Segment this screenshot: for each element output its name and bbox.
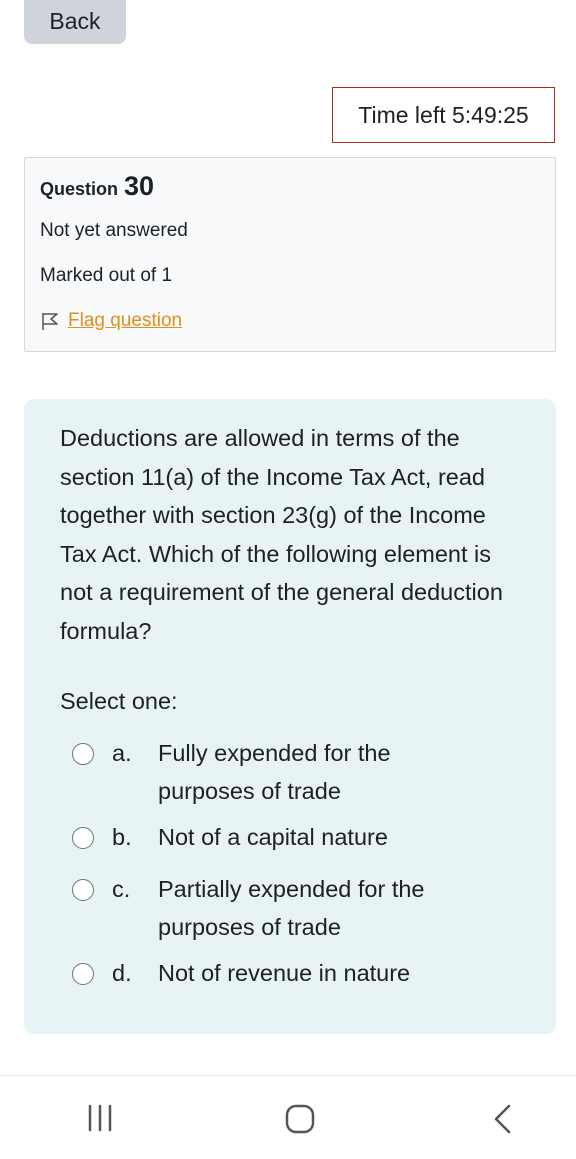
- option-text[interactable]: Not of a capital nature: [158, 818, 478, 856]
- radio-button-d[interactable]: [72, 963, 94, 985]
- home-icon[interactable]: [285, 1104, 315, 1134]
- option-text[interactable]: Fully expended for the purposes of trade: [158, 734, 478, 810]
- option-text[interactable]: Partially expended for the purposes of t…: [158, 870, 478, 946]
- quiz-timer: Time left 5:49:25: [332, 87, 555, 143]
- option-letter: b.: [112, 824, 132, 850]
- answer-option-d[interactable]: d. Not of revenue in nature: [72, 954, 478, 992]
- radio-button-c[interactable]: [72, 879, 94, 901]
- radio-button-a[interactable]: [72, 743, 94, 765]
- question-info-panel: Question 30 Not yet answered Marked out …: [24, 157, 556, 352]
- option-letter: d.: [112, 960, 132, 986]
- answer-option-c[interactable]: c. Partially expended for the purposes o…: [72, 870, 478, 946]
- question-content-panel: Deductions are allowed in terms of the s…: [24, 399, 556, 1034]
- back-button[interactable]: Back: [24, 0, 126, 44]
- flag-question-link[interactable]: Flag question: [40, 310, 182, 332]
- question-label: Question: [40, 179, 119, 199]
- option-letter: c.: [112, 876, 131, 902]
- system-navigation-bar: [0, 1075, 576, 1159]
- back-chevron-icon[interactable]: [490, 1104, 514, 1134]
- question-state: Not yet answered: [40, 220, 188, 241]
- flag-icon: [42, 313, 58, 330]
- radio-button-b[interactable]: [72, 827, 94, 849]
- recent-apps-icon[interactable]: [86, 1104, 114, 1132]
- option-letter: a.: [112, 740, 132, 766]
- question-number-value: 30: [124, 171, 155, 201]
- question-text: Deductions are allowed in terms of the s…: [60, 425, 503, 644]
- question-number: Question 30: [40, 171, 154, 202]
- flag-question-label[interactable]: Flag question: [68, 310, 182, 332]
- question-grade: Marked out of 1: [40, 265, 173, 286]
- answer-prompt: Select one:: [60, 688, 178, 714]
- answer-option-a[interactable]: a. Fully expended for the purposes of tr…: [72, 734, 478, 810]
- option-text[interactable]: Not of revenue in nature: [158, 954, 478, 992]
- answer-option-b[interactable]: b. Not of a capital nature: [72, 818, 478, 856]
